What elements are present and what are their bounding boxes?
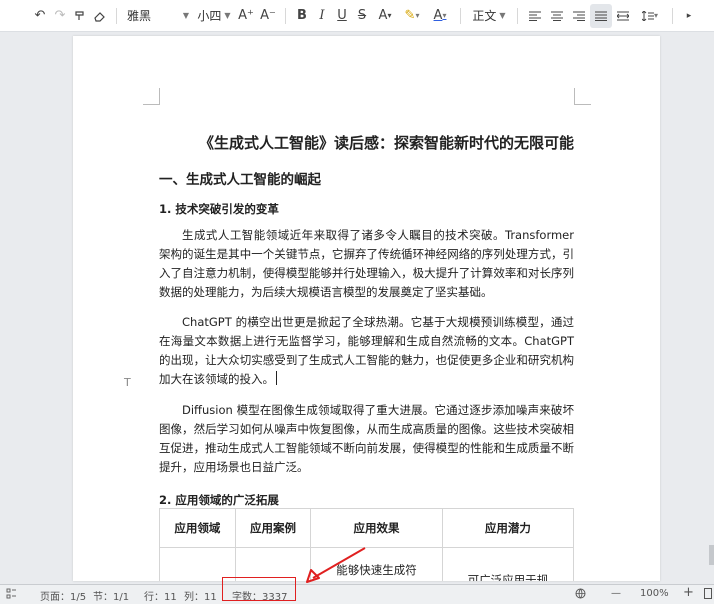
font-size-dropdown[interactable]: 小四 ▼ (193, 4, 235, 28)
align-left-icon[interactable] (524, 4, 546, 28)
redo-icon[interactable]: ↷ (50, 4, 70, 28)
zoom-level[interactable]: 100% (640, 588, 669, 599)
paragraph-1: 生成式人工智能领域近年来取得了诸多令人瞩目的技术突破。Transformer 架… (159, 228, 574, 299)
format-painter-icon[interactable] (70, 4, 90, 28)
font-family-value: 雅黑 (127, 9, 152, 23)
distributed-icon[interactable] (612, 4, 634, 28)
globe-icon[interactable] (575, 588, 586, 602)
undo-icon[interactable]: ↶ (30, 4, 50, 28)
row-indicator: 行：11 (144, 592, 177, 603)
heading-section-1: 一、生成式人工智能的崛起 (159, 172, 321, 188)
justify-icon[interactable] (590, 3, 612, 28)
paragraph-marker-icon[interactable]: T (124, 376, 131, 389)
line-spacing-icon[interactable]: ▾ (634, 4, 666, 28)
bold-icon[interactable]: B (292, 4, 312, 28)
strikethrough-icon[interactable]: S (352, 4, 372, 28)
table-header-cell: 应用潜力 (441, 508, 575, 548)
toolbar: ↶ ↷ 雅黑 ▼ 小四 ▼ A⁺ A⁻ B I U S A ▾ ✎ ▾ A ▾ 正文 … (0, 0, 714, 32)
more-icon[interactable]: ▸ (679, 4, 699, 28)
heading-subsection-2: 2. 应用领域的广泛拓展 (159, 493, 279, 507)
font-size-value: 小四 (197, 9, 222, 23)
zoom-in-button[interactable]: + (683, 585, 694, 600)
table-cell (159, 547, 236, 581)
scrollbar[interactable] (709, 545, 714, 565)
fit-page-icon[interactable] (704, 588, 712, 602)
font-color-icon[interactable]: A ▾ (426, 4, 454, 28)
annotation-highlight-box (222, 577, 296, 601)
divider (116, 7, 117, 24)
font-family-dropdown[interactable]: 雅黑 ▼ (123, 4, 193, 28)
text-cursor (276, 371, 277, 385)
style-value: 正文 (472, 9, 497, 23)
divider (285, 7, 286, 24)
divider (460, 7, 461, 24)
underline-icon[interactable]: U (332, 4, 352, 28)
paragraph-2: ChatGPT 的横空出世更是掀起了全球热潮。它基于大规模预训练模型，通过在海量… (159, 313, 574, 389)
paragraph-2-text: ChatGPT 的横空出世更是掀起了全球热潮。它基于大规模预训练模型，通过在海量… (159, 315, 574, 386)
document-title: 《生成式人工智能》读后感：探索智能新时代的无限可能 (198, 134, 574, 152)
italic-icon[interactable]: I (312, 4, 332, 28)
margin-corner-mark (574, 88, 591, 105)
outline-toggle-icon[interactable] (6, 588, 16, 602)
section-indicator: 节：1/1 (93, 592, 130, 603)
increase-font-icon[interactable]: A⁺ (235, 4, 257, 28)
decrease-font-icon[interactable]: A⁻ (257, 4, 279, 28)
style-dropdown[interactable]: 正文 ▼ (467, 4, 511, 28)
paragraph-3: Diffusion 模型在图像生成领域取得了重大进展。它通过逐步添加噪声来破坏图… (159, 403, 574, 474)
table-header-cell: 应用领域 (159, 508, 236, 548)
margin-corner-mark (143, 88, 160, 105)
divider (672, 7, 673, 24)
align-center-icon[interactable] (546, 4, 568, 28)
divider (517, 7, 518, 24)
document-page[interactable]: 《生成式人工智能》读后感：探索智能新时代的无限可能 一、生成式人工智能的崛起 1… (73, 36, 660, 581)
chevron-down-icon: ▼ (499, 11, 506, 20)
superscript-icon[interactable]: A ▾ (372, 4, 398, 28)
chevron-down-icon: ▼ (224, 11, 231, 20)
annotation-arrow-icon (306, 547, 366, 583)
align-right-icon[interactable] (568, 4, 590, 28)
table-cell: 可广泛应用于规 (441, 547, 575, 581)
page-indicator[interactable]: 页面：1/5 (40, 588, 86, 603)
status-bar: 页面：1/5 节：1/1 行：11 列：11 字数：3337 — 100% + (0, 584, 714, 604)
highlight-icon[interactable]: ✎ ▾ (398, 4, 426, 28)
chevron-down-icon: ▼ (182, 11, 189, 20)
heading-subsection-1: 1. 技术突破引发的变革 (159, 202, 279, 216)
column-indicator: 列：11 (184, 592, 217, 603)
eraser-icon[interactable] (90, 4, 110, 28)
zoom-out-button[interactable]: — (611, 588, 621, 599)
